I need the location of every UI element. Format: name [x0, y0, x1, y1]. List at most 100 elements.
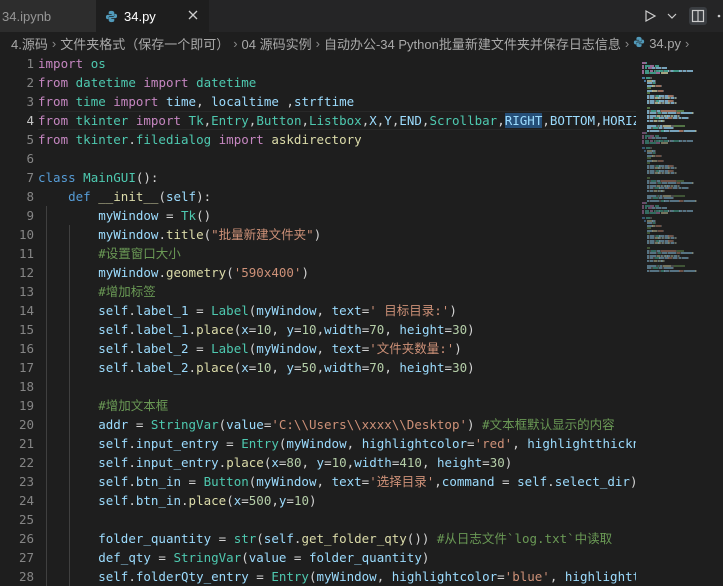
code-line[interactable]: def __init__(self): — [38, 187, 636, 206]
code-line[interactable]: self.btn_in = Button(myWindow, text='选择目… — [38, 472, 636, 491]
tab-label: 34.py — [124, 8, 156, 24]
code-line[interactable]: import os — [38, 54, 636, 73]
code-token: height — [399, 360, 445, 375]
code-editor[interactable]: 1 2 3 4 5 6 7 8 9 10 11 12 13 14 15 16 17 18 19 20 21 22 23 24 2… — [0, 54, 723, 586]
code-line[interactable]: def_qty = StringVar(value = folder_quant… — [38, 548, 636, 567]
minimap-stroke — [676, 167, 677, 169]
minimap-stroke — [663, 229, 664, 232]
code-line[interactable]: self.label_1 = Label(myWindow, text=' 目标… — [38, 301, 636, 320]
code-token: 10 — [301, 322, 317, 337]
code-token: . — [128, 474, 136, 489]
code-line[interactable]: #设置窗口大小 — [38, 244, 636, 263]
line-number: 13 — [18, 284, 34, 299]
code-token: Label — [211, 303, 249, 318]
code-line[interactable]: myWindow.title("批量新建文件夹") — [38, 225, 636, 244]
minimap-stroke — [687, 257, 689, 259]
code-line[interactable]: self.input_entry.place(x=80, y=10,width=… — [38, 453, 636, 472]
minimap-stroke — [693, 112, 694, 114]
line-number: 15 — [18, 322, 34, 337]
code-token: = — [158, 208, 182, 223]
code-token: myWindow — [316, 569, 377, 584]
minimap-stroke — [661, 154, 662, 157]
code-line[interactable]: self.folderQty_entry = Entry(myWindow, h… — [38, 567, 636, 586]
more-icon[interactable] — [715, 7, 723, 25]
code-line[interactable]: self.btn_in.place(x=500,y=10) — [38, 491, 636, 510]
code-line[interactable]: from tkinter.filedialog import askdirect… — [38, 130, 636, 149]
code-line[interactable] — [38, 510, 636, 529]
minimap[interactable] — [638, 54, 723, 584]
code-line[interactable]: #增加标签 — [38, 282, 636, 301]
code-token: = — [241, 493, 249, 508]
code-token: , — [316, 474, 332, 489]
code-line[interactable]: self.label_1.place(x=10, y=10,width=70, … — [38, 320, 636, 339]
python-icon — [633, 36, 645, 51]
code-line[interactable] — [38, 377, 636, 396]
code-token: ( — [308, 569, 317, 584]
code-token: 'C:\\Users\\xxxx\\Desktop' — [271, 417, 468, 432]
tab-34-ipynb[interactable]: 34.ipynb — [0, 0, 96, 32]
code-token: , — [384, 322, 400, 337]
code-token: 50 — [301, 360, 317, 375]
code-line[interactable]: addr = StringVar(value='C:\\Users\\xxxx\… — [38, 415, 636, 434]
code-line[interactable]: myWindow = Tk() — [38, 206, 636, 225]
code-token: place — [226, 455, 264, 470]
code-token: value — [226, 417, 264, 432]
code-line[interactable]: self.label_2.place(x=10, y=50,width=70, … — [38, 358, 636, 377]
split-editor-icon[interactable] — [689, 7, 707, 25]
breadcrumb-item-file[interactable]: 34.py — [649, 36, 681, 51]
code-area[interactable]: import os from datetime import datetime fr… — [38, 54, 636, 586]
code-token: = — [211, 531, 234, 546]
code-token: #增加标签 — [98, 284, 156, 299]
code-token: #从日志文件`log.txt`中读取 — [436, 531, 613, 546]
minimap-stroke — [687, 187, 689, 189]
breadcrumb: 4.源码 › 文件夹格式（保存一个即可） › 04 源码实例 › 自动办公-34… — [0, 32, 723, 54]
code-line[interactable]: myWindow.geometry('590x400') — [38, 263, 636, 282]
code-token: ) — [301, 265, 309, 280]
chevron-down-icon[interactable] — [663, 7, 681, 25]
code-token: self — [98, 360, 129, 375]
line-number: 17 — [18, 360, 34, 375]
minimap-stroke — [656, 212, 660, 214]
code-line[interactable]: from tkinter import Tk,Entry,Button,List… — [38, 111, 636, 130]
code-token: self — [517, 474, 548, 489]
tab-34-py[interactable]: 34.py — [96, 0, 209, 32]
minimap-stroke — [649, 269, 659, 272]
code-token: = — [188, 303, 212, 318]
line-number-gutter: 1 2 3 4 5 6 7 8 9 10 11 12 13 14 15 16 17 18 19 20 21 22 23 24 2… — [0, 54, 38, 586]
breadcrumb-item[interactable]: 自动办公-34 Python批量新建文件夹并保存日志信息 — [324, 34, 621, 53]
code-token: ()) — [406, 531, 437, 546]
code-token: Listbox — [309, 113, 362, 128]
code-line[interactable]: #增加文本框 — [38, 396, 636, 415]
code-line[interactable]: self.input_entry = Entry(myWindow, highl… — [38, 434, 636, 453]
run-icon[interactable] — [641, 7, 659, 25]
minimap-stroke — [673, 124, 685, 127]
code-line[interactable] — [38, 149, 636, 168]
code-token: self — [98, 341, 129, 356]
breadcrumb-item[interactable]: 04 源码实例 — [242, 34, 312, 53]
code-token: , — [512, 436, 528, 451]
chevron-right-icon: › — [51, 35, 57, 51]
code-line[interactable]: from time import time, localtime ,strfti… — [38, 92, 636, 111]
line-number: 2 — [26, 75, 34, 90]
code-token: , — [196, 94, 212, 109]
code-line[interactable]: from datetime import datetime — [38, 73, 636, 92]
code-token: 30 — [489, 455, 505, 470]
code-token: = — [150, 550, 174, 565]
minimap-stroke — [681, 112, 692, 114]
code-line[interactable]: class MainGUI(): — [38, 168, 636, 187]
minimap-stroke — [687, 209, 693, 212]
breadcrumb-item[interactable]: 4.源码 — [11, 34, 48, 53]
code-line[interactable]: self.label_2 = Label(myWindow, text='文件夹… — [38, 339, 636, 358]
breadcrumb-item[interactable]: 文件夹格式（保存一个即可） — [60, 34, 229, 53]
minimap-stroke — [676, 102, 677, 104]
code-line[interactable]: folder_quantity = str(self.get_folder_qt… — [38, 529, 636, 548]
code-token: value — [248, 550, 287, 565]
code-token: ) — [467, 417, 483, 432]
code-token: datetime — [196, 75, 257, 90]
code-token: 10 — [256, 360, 272, 375]
close-icon[interactable] — [186, 8, 200, 22]
code-token: 10 — [256, 322, 272, 337]
tab-label: 34.ipynb — [2, 8, 52, 24]
